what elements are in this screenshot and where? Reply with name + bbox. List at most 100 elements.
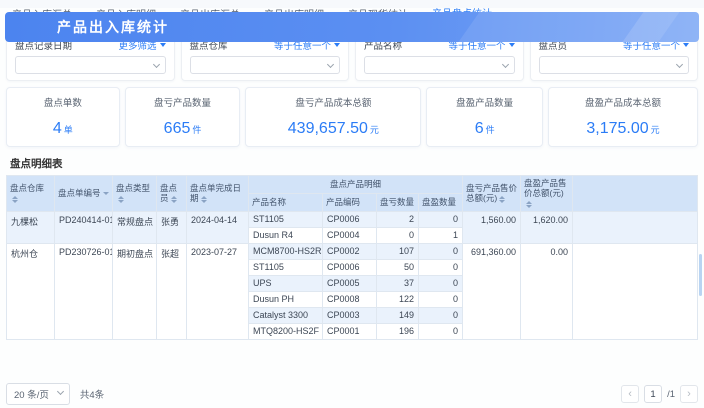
cell-product-code: CP0006 [323, 211, 377, 227]
table-section-title: 盘点明细表 [10, 156, 704, 171]
cell-loss-qty: 50 [377, 259, 419, 275]
filter-warehouse-select[interactable] [190, 56, 341, 74]
cell-loss-qty: 107 [377, 243, 419, 259]
col-type[interactable]: 盘点类型 [113, 176, 157, 212]
col-date[interactable]: 盘点单完成日期 [187, 176, 249, 212]
cell-filler [573, 211, 698, 243]
col-product-code[interactable]: 产品编码 [323, 193, 377, 211]
sort-icon [103, 192, 109, 195]
col-warehouse[interactable]: 盘点仓库 [7, 176, 55, 212]
col-operator[interactable]: 盘点员 [157, 176, 187, 212]
cell-product-code: CP0002 [323, 243, 377, 259]
cell-filler [573, 243, 698, 339]
cell-loss-qty: 196 [377, 323, 419, 339]
chevron-down-icon [327, 61, 334, 68]
chevron-down-icon [676, 61, 683, 68]
cell-order-no: PD240414-01 [55, 211, 113, 243]
col-loss-total[interactable]: 盘亏产品售价总额(元) [463, 176, 521, 212]
col-group-product-detail: 盘点产品明细 [249, 176, 463, 194]
cell-loss-qty: 149 [377, 307, 419, 323]
cell-product-code: CP0008 [323, 291, 377, 307]
cell-product-name: MTQ8200-HS2F [249, 323, 323, 339]
summary-cards: 盘点单数 4单 盘亏产品数量 665件 盘亏产品成本总额 439,657.50元… [6, 87, 698, 147]
chevron-down-icon [501, 61, 508, 68]
cell-profit-qty: 0 [419, 323, 463, 339]
cell-warehouse: 杭州仓 [7, 243, 55, 339]
next-page-button[interactable]: › [680, 385, 698, 403]
col-profit-total[interactable]: 盘盈产品售价总额(元) [521, 176, 573, 212]
total-pages: /1 [667, 389, 675, 400]
cell-profit-total: 1,620.00 [521, 211, 573, 243]
col-loss-qty[interactable]: 盘亏数量 [377, 193, 419, 211]
filter-person-select[interactable] [539, 56, 690, 74]
cell-product-code: CP0003 [323, 307, 377, 323]
current-page[interactable]: 1 [644, 385, 662, 403]
cell-type: 期初盘点 [113, 243, 157, 339]
card-profit-qty: 盘盈产品数量 6件 [426, 87, 543, 147]
sort-icon [118, 196, 124, 203]
cell-warehouse: 九棵松 [7, 211, 55, 243]
cell-profit-qty: 0 [419, 211, 463, 227]
cell-product-name: ST1105 [249, 259, 323, 275]
col-filler [573, 176, 698, 212]
page: 产品出入库统计 产品入库汇总 产品入库明细 产品出库汇总 产品出库明细 产品现货… [0, 8, 704, 408]
cell-product-code: CP0006 [323, 259, 377, 275]
table-row: 九棵松PD240414-01常规盘点张勇2024-04-14ST1105CP00… [7, 211, 698, 227]
cell-profit-total: 0.00 [521, 243, 573, 339]
chevron-down-icon [152, 61, 159, 68]
pagination-bar: 20 条/页 共4条 ‹ 1 /1 › [6, 384, 698, 404]
page-banner: 产品出入库统计 [5, 12, 699, 42]
cell-date: 2023-07-27 [187, 243, 249, 339]
table-row: 杭州仓PD230726-01期初盘点张超2023-07-27MCM8700-HS… [7, 243, 698, 259]
cell-product-name: Catalyst 3300 [249, 307, 323, 323]
filter-date-select[interactable] [15, 56, 166, 74]
cell-product-name: ST1105 [249, 211, 323, 227]
cell-profit-qty: 1 [419, 227, 463, 243]
table-body: 九棵松PD240414-01常规盘点张勇2024-04-14ST1105CP00… [7, 211, 698, 339]
dropdown-caret-icon [509, 43, 515, 47]
cell-product-name: MCM8700-HS2R [249, 243, 323, 259]
card-loss-qty: 盘亏产品数量 665件 [125, 87, 241, 147]
table-scrollbar[interactable] [699, 254, 702, 296]
sort-icon [499, 196, 505, 203]
cell-type: 常规盘点 [113, 211, 157, 243]
card-profit-cost: 盘盈产品成本总额 3,175.00元 [548, 87, 698, 147]
sort-icon [171, 196, 177, 203]
cell-date: 2024-04-14 [187, 211, 249, 243]
cell-operator: 张超 [157, 243, 187, 339]
total-records: 共4条 [80, 387, 104, 401]
sort-icon [12, 196, 18, 203]
sort-icon [526, 201, 532, 208]
card-stocktake-count: 盘点单数 4单 [6, 87, 120, 147]
cell-product-name: Dusun R4 [249, 227, 323, 243]
cell-profit-qty: 0 [419, 259, 463, 275]
card-loss-cost: 盘亏产品成本总额 439,657.50元 [245, 87, 421, 147]
col-profit-qty[interactable]: 盘盈数量 [419, 193, 463, 211]
cell-product-code: CP0004 [323, 227, 377, 243]
page-title: 产品出入库统计 [57, 12, 699, 42]
col-product-name[interactable]: 产品名称 [249, 193, 323, 211]
filter-product-select[interactable] [364, 56, 515, 74]
cell-profit-qty: 0 [419, 307, 463, 323]
cell-order-no: PD230726-01 [55, 243, 113, 339]
cell-product-code: CP0005 [323, 275, 377, 291]
cell-loss-total: 691,360.00 [463, 243, 521, 339]
stocktake-table: 盘点仓库 盘点单编号 盘点类型 盘点员 盘点单完成日期 盘点产品明细 盘亏产品售… [6, 175, 698, 340]
cell-profit-qty: 0 [419, 243, 463, 259]
cell-product-code: CP0001 [323, 323, 377, 339]
cell-product-name: UPS [249, 275, 323, 291]
cell-loss-qty: 0 [377, 227, 419, 243]
cell-loss-qty: 37 [377, 275, 419, 291]
cell-product-name: Dusun PH [249, 291, 323, 307]
dropdown-caret-icon [160, 43, 166, 47]
page-size-select[interactable]: 20 条/页 [6, 383, 70, 405]
sort-icon [201, 196, 207, 203]
dropdown-caret-icon [334, 43, 340, 47]
cell-loss-qty: 2 [377, 211, 419, 227]
cell-operator: 张勇 [157, 211, 187, 243]
prev-page-button[interactable]: ‹ [621, 385, 639, 403]
cell-profit-qty: 0 [419, 275, 463, 291]
chevron-down-icon [57, 388, 64, 395]
cell-profit-qty: 0 [419, 291, 463, 307]
col-order-no[interactable]: 盘点单编号 [55, 176, 113, 212]
